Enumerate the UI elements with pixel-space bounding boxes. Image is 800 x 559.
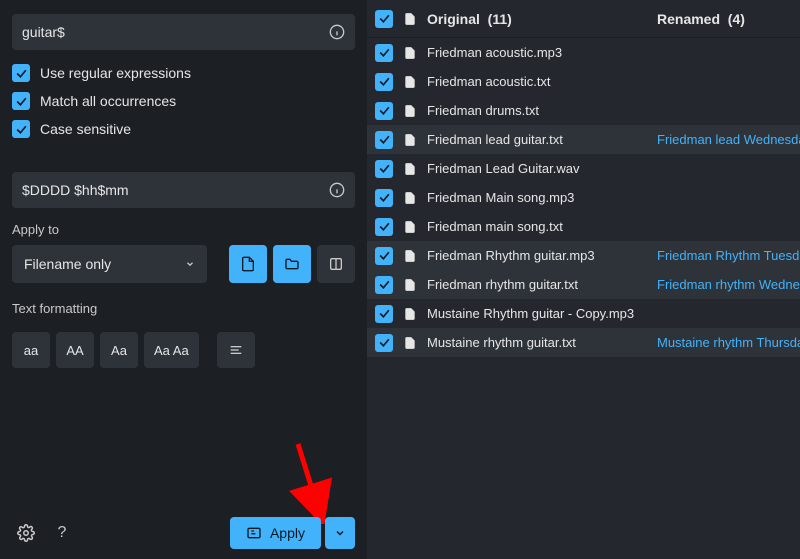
column-header-renamed[interactable]: Renamed (4) <box>657 11 745 27</box>
renamed-filename: Friedman rhythm Wednesda <box>657 277 800 292</box>
format-lowercase-button[interactable]: aa <box>12 332 50 368</box>
row-checkbox[interactable] <box>375 131 393 149</box>
include-subfolders-button[interactable] <box>317 245 355 283</box>
file-row[interactable]: Mustaine rhythm guitar.txtMustaine rhyth… <box>367 328 800 357</box>
checkbox-icon <box>12 64 30 82</box>
rename-icon <box>246 525 262 541</box>
original-filename: Friedman Rhythm guitar.mp3 <box>427 248 657 263</box>
renamed-filename: Friedman Rhythm Tuesday 1 <box>657 248 800 263</box>
search-input-wrap <box>12 14 355 50</box>
column-header-original[interactable]: Original (11) <box>427 11 657 27</box>
file-row[interactable]: Friedman lead guitar.txtFriedman lead We… <box>367 125 800 154</box>
file-icon <box>403 306 417 322</box>
file-list: Friedman acoustic.mp3 Friedman acoustic.t… <box>367 38 800 357</box>
format-titlecase-button[interactable]: Aa <box>100 332 138 368</box>
option-match-all[interactable]: Match all occurrences <box>12 92 355 110</box>
file-row[interactable]: Friedman acoustic.txt <box>367 67 800 96</box>
original-filename: Friedman acoustic.txt <box>427 74 657 89</box>
file-icon <box>403 11 417 27</box>
renamed-filename: Friedman lead Wednesday 1 <box>657 132 800 147</box>
original-filename: Friedman Lead Guitar.wav <box>427 161 657 176</box>
checkbox-icon <box>12 120 30 138</box>
original-filename: Friedman Main song.mp3 <box>427 190 657 205</box>
help-button[interactable]: ? <box>48 519 76 547</box>
file-list-header: Original (11) Renamed (4) <box>367 0 800 38</box>
include-folders-button[interactable] <box>273 245 311 283</box>
option-label: Use regular expressions <box>40 65 191 81</box>
text-formatting-row: aa AA Aa Aa Aa <box>12 332 355 368</box>
file-icon <box>403 335 417 351</box>
original-filename: Mustaine Rhythm guitar - Copy.mp3 <box>427 306 657 321</box>
file-icon <box>403 277 417 293</box>
file-icon <box>403 248 417 264</box>
file-row[interactable]: Friedman main song.txt <box>367 212 800 241</box>
file-row[interactable]: Friedman Main song.mp3 <box>367 183 800 212</box>
file-icon <box>403 190 417 206</box>
option-regex[interactable]: Use regular expressions <box>12 64 355 82</box>
file-row[interactable]: Mustaine Rhythm guitar - Copy.mp3 <box>367 299 800 328</box>
row-checkbox[interactable] <box>375 218 393 236</box>
file-icon <box>403 103 417 119</box>
include-files-button[interactable] <box>229 245 267 283</box>
file-icon <box>403 74 417 90</box>
row-checkbox[interactable] <box>375 160 393 178</box>
original-filename: Friedman main song.txt <box>427 219 657 234</box>
apply-to-value: Filename only <box>24 256 111 272</box>
file-icon <box>403 45 417 61</box>
file-icon <box>403 219 417 235</box>
row-checkbox[interactable] <box>375 247 393 265</box>
row-checkbox[interactable] <box>375 334 393 352</box>
pattern-input-wrap <box>12 172 355 208</box>
file-row[interactable]: Friedman Lead Guitar.wav <box>367 154 800 183</box>
file-row[interactable]: Friedman rhythm guitar.txtFriedman rhyth… <box>367 270 800 299</box>
info-icon[interactable] <box>329 182 345 198</box>
file-icon <box>403 132 417 148</box>
apply-to-row: Filename only <box>12 245 355 283</box>
row-checkbox[interactable] <box>375 102 393 120</box>
option-case-sensitive[interactable]: Case sensitive <box>12 120 355 138</box>
file-row[interactable]: Friedman Rhythm guitar.mp3Friedman Rhyth… <box>367 241 800 270</box>
file-row[interactable]: Friedman acoustic.mp3 <box>367 38 800 67</box>
row-checkbox[interactable] <box>375 189 393 207</box>
pattern-input[interactable] <box>12 172 355 208</box>
option-label: Match all occurrences <box>40 93 176 109</box>
apply-to-label: Apply to <box>12 222 355 237</box>
text-formatting-label: Text formatting <box>12 301 355 316</box>
chevron-down-icon <box>334 527 346 539</box>
format-uppercase-button[interactable]: AA <box>56 332 94 368</box>
file-row[interactable]: Friedman drums.txt <box>367 96 800 125</box>
apply-to-select[interactable]: Filename only <box>12 245 207 283</box>
renamed-filename: Mustaine rhythm Thursday 1 <box>657 335 800 350</box>
row-checkbox[interactable] <box>375 73 393 91</box>
option-label: Case sensitive <box>40 121 131 137</box>
row-checkbox[interactable] <box>375 305 393 323</box>
row-checkbox[interactable] <box>375 44 393 62</box>
apply-button[interactable]: Apply <box>230 517 321 549</box>
original-filename: Friedman lead guitar.txt <box>427 132 657 147</box>
search-input[interactable] <box>12 14 355 50</box>
checkbox-icon <box>12 92 30 110</box>
bottom-bar: ? Apply <box>0 507 367 559</box>
original-filename: Mustaine rhythm guitar.txt <box>427 335 657 350</box>
format-capitalize-button[interactable]: Aa Aa <box>144 332 199 368</box>
left-panel: Use regular expressions Match all occurr… <box>0 0 367 559</box>
apply-button-label: Apply <box>270 525 305 541</box>
row-checkbox[interactable] <box>375 276 393 294</box>
file-icon <box>403 161 417 177</box>
original-filename: Friedman rhythm guitar.txt <box>427 277 657 292</box>
select-all-checkbox[interactable] <box>375 10 393 28</box>
original-filename: Friedman drums.txt <box>427 103 657 118</box>
settings-button[interactable] <box>12 519 40 547</box>
right-panel: Original (11) Renamed (4) Friedman acous… <box>367 0 800 559</box>
format-extra-button[interactable] <box>217 332 255 368</box>
chevron-down-icon <box>185 259 195 269</box>
original-filename: Friedman acoustic.mp3 <box>427 45 657 60</box>
apply-dropdown-button[interactable] <box>325 517 355 549</box>
info-icon[interactable] <box>329 24 345 40</box>
